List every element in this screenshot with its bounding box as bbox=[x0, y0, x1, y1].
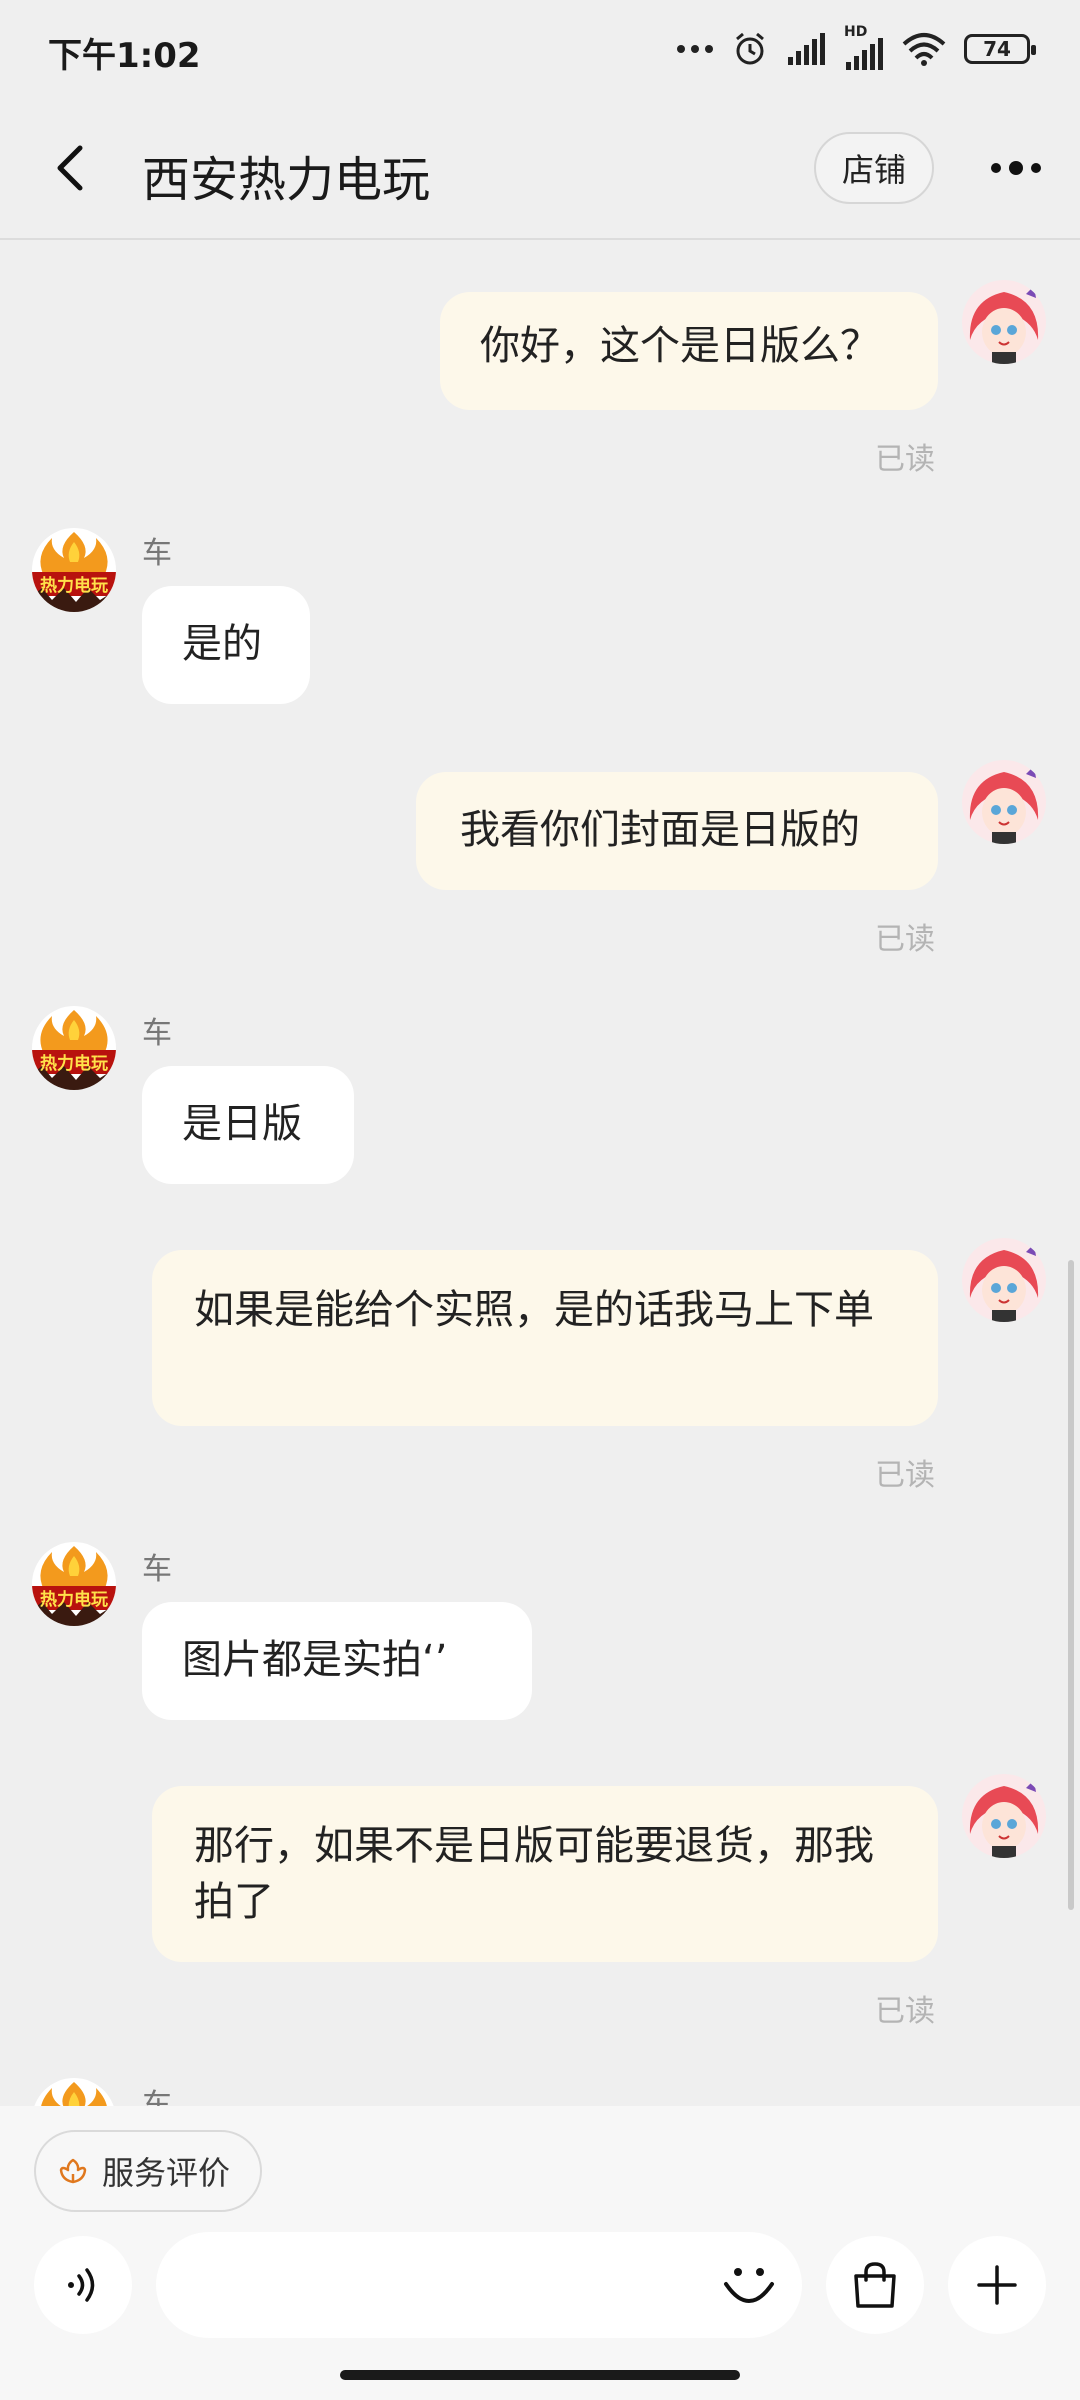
sender-name: 车 bbox=[142, 536, 172, 571]
message-text: 你好，这个是日版么？ bbox=[480, 323, 880, 369]
shop-message-bubble[interactable]: 图片都是实拍‘’ bbox=[142, 1602, 532, 1720]
status-icons: HD 74 bbox=[676, 24, 1036, 70]
message-text: 是日版 bbox=[182, 1101, 302, 1147]
voice-input-button[interactable] bbox=[34, 2236, 132, 2334]
back-button[interactable] bbox=[44, 138, 104, 198]
voice-icon bbox=[68, 2268, 95, 2302]
status-bar: 下午1:02 HD 74 bbox=[0, 0, 1080, 100]
shop-logo-text: 热力电玩 bbox=[40, 1053, 108, 1074]
more-notifications-icon bbox=[677, 45, 713, 53]
chat-header: 西安热力电玩 店铺 bbox=[0, 100, 1080, 240]
my-avatar[interactable] bbox=[962, 1238, 1046, 1322]
shop-message-bubble[interactable]: 是的 bbox=[142, 586, 310, 704]
chat-message-list[interactable]: 你好，这个是日版么？ 已读 热力电玩 车 是的 我看你们封面是日版的 已读 热力… bbox=[0, 242, 1080, 2110]
message-text: 那行，如果不是日版可能要退货，那我拍了 bbox=[194, 1823, 874, 1925]
sender-name: 车 bbox=[142, 1552, 172, 1587]
message-text: 是的 bbox=[182, 621, 262, 667]
my-avatar[interactable] bbox=[962, 1774, 1046, 1858]
more-dot-icon bbox=[1031, 163, 1041, 173]
home-indicator[interactable] bbox=[340, 2370, 740, 2380]
user-avatar-icon bbox=[962, 280, 1046, 364]
shop-logo-text: 热力电玩 bbox=[40, 1589, 108, 1610]
message-input-box[interactable] bbox=[156, 2232, 802, 2338]
shop-logo-icon: 热力电玩 bbox=[32, 528, 116, 612]
signal-hd-icon: HD bbox=[844, 24, 884, 70]
my-avatar[interactable] bbox=[962, 280, 1046, 364]
plus-icon bbox=[977, 2265, 1017, 2305]
read-receipt: 已读 bbox=[875, 922, 935, 957]
shop-avatar[interactable]: 热力电玩 bbox=[32, 1542, 116, 1626]
shop-avatar[interactable]: 热力电玩 bbox=[32, 528, 116, 612]
wifi-icon bbox=[902, 33, 946, 66]
read-receipt: 已读 bbox=[875, 1458, 935, 1493]
product-button[interactable] bbox=[826, 2236, 924, 2334]
battery-level: 74 bbox=[983, 37, 1011, 61]
flower-icon bbox=[59, 2158, 87, 2184]
more-dot-icon bbox=[991, 163, 1001, 173]
message-text: 如果是能给个实照，是的话我马上下单 bbox=[194, 1287, 874, 1333]
shopping-bag-icon bbox=[854, 2262, 896, 2308]
scrollbar[interactable] bbox=[1068, 1260, 1074, 1910]
shop-logo-text: 热力电玩 bbox=[40, 575, 108, 596]
status-time: 下午1:02 bbox=[48, 36, 201, 76]
service-rating-label: 服务评价 bbox=[102, 2154, 231, 2192]
more-actions-button[interactable] bbox=[948, 2236, 1046, 2334]
my-avatar[interactable] bbox=[962, 760, 1046, 844]
message-text: 我看你们封面是日版的 bbox=[460, 807, 860, 853]
battery-icon: 74 bbox=[964, 34, 1036, 64]
read-receipt: 已读 bbox=[875, 442, 935, 477]
more-dot-icon bbox=[1009, 161, 1023, 175]
more-options-button[interactable] bbox=[980, 144, 1052, 192]
user-avatar-icon bbox=[962, 1238, 1046, 1322]
page-title: 西安热力电玩 bbox=[142, 152, 431, 208]
shop-logo-icon: 热力电玩 bbox=[32, 1542, 116, 1626]
message-text: 图片都是实拍‘’ bbox=[182, 1637, 448, 1683]
my-message-bubble[interactable]: 如果是能给个实照，是的话我马上下单 bbox=[152, 1250, 938, 1426]
my-message-bubble[interactable]: 那行，如果不是日版可能要退货，那我拍了 bbox=[152, 1786, 938, 1962]
alarm-icon bbox=[736, 32, 764, 65]
chevron-left-icon bbox=[57, 145, 83, 191]
my-message-bubble[interactable]: 你好，这个是日版么？ bbox=[440, 292, 938, 410]
shop-logo-icon: 热力电玩 bbox=[32, 1006, 116, 1090]
message-input[interactable] bbox=[186, 2232, 706, 2338]
emoji-button[interactable] bbox=[716, 2252, 782, 2318]
user-avatar-icon bbox=[962, 760, 1046, 844]
read-receipt: 已读 bbox=[875, 1994, 935, 2029]
service-rating-button[interactable]: 服务评价 bbox=[34, 2130, 262, 2212]
user-avatar-icon bbox=[962, 1774, 1046, 1858]
shop-avatar[interactable]: 热力电玩 bbox=[32, 1006, 116, 1090]
shop-button[interactable]: 店铺 bbox=[814, 132, 934, 204]
bottom-input-bar: 服务评价 bbox=[0, 2106, 1080, 2400]
smiley-icon bbox=[724, 2268, 774, 2303]
sender-name: 车 bbox=[142, 1016, 172, 1051]
my-message-bubble[interactable]: 我看你们封面是日版的 bbox=[416, 772, 938, 890]
shop-message-bubble[interactable]: 是日版 bbox=[142, 1066, 354, 1184]
signal-icon bbox=[788, 33, 825, 65]
